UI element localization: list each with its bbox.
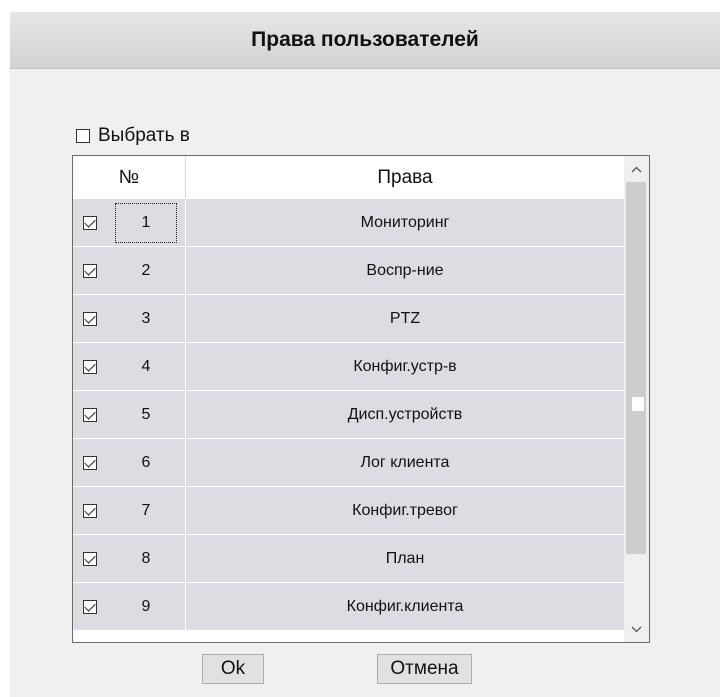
table-row[interactable]: 9 Конфиг.клиента [73,583,624,631]
row-number: 1 [114,202,178,243]
row-checkbox[interactable] [83,599,97,614]
row-right-name: Конфиг.тревог [352,501,458,519]
row-number: 4 [141,357,151,375]
row-number: 9 [141,597,151,615]
row-checkbox-cell [73,407,107,422]
table-row[interactable]: 2 Воспр-ние [73,247,624,295]
table-row[interactable]: 5 Дисп.устройств [73,391,624,439]
table-header: № Права [73,156,624,199]
row-right-name: PTZ [389,309,421,327]
row-right-name: Дисп.устройств [347,405,463,423]
row-right-name: Воспр-ние [366,261,444,279]
select-all-checkbox[interactable]: Выбрать в [76,124,190,148]
row-checkbox-cell [73,503,107,518]
dialog-title: Права пользователей [10,12,720,69]
vertical-scrollbar[interactable] [624,156,649,642]
row-checkbox-cell [73,599,107,614]
row-checkbox-cell [73,263,107,278]
row-checkbox[interactable] [83,407,97,422]
table-row[interactable]: 3 PTZ [73,295,624,343]
row-checkbox[interactable] [83,263,97,278]
table-body: 1 Мониторинг 2 Воспр-ние 3 PTZ 4 Конфиг.устр-в 5… [73,199,624,631]
row-number: 5 [141,405,151,423]
row-number-cell: 1 [107,199,186,246]
row-number: 7 [141,501,151,519]
row-right-name: План [385,549,425,567]
row-number-cell: 2 [107,247,186,294]
chevron-up-icon[interactable] [624,156,649,182]
select-all-checkbox-icon[interactable] [76,129,90,143]
select-all-label: Выбрать в [98,125,190,146]
row-checkbox-cell [73,359,107,374]
row-checkbox[interactable] [83,551,97,566]
scroll-thumb-grip [632,397,644,411]
table-row[interactable]: 7 Конфиг.тревог [73,487,624,535]
row-number: 2 [141,261,151,279]
row-right-name: Конфиг.устр-в [353,357,457,375]
rights-table: № Права 1 Мониторинг 2 Воспр-ние 3 PTZ 4 Конфиг… [72,155,650,643]
table-row[interactable]: 4 Конфиг.устр-в [73,343,624,391]
row-right-name: Конфиг.клиента [346,597,464,615]
row-checkbox-cell [73,311,107,326]
row-number-cell: 7 [107,487,186,534]
row-checkbox-cell [73,455,107,470]
row-checkbox[interactable] [83,359,97,374]
row-checkbox-cell [73,551,107,566]
row-right-name: Лог клиента [360,453,450,471]
row-number-cell: 5 [107,391,186,438]
row-number-cell: 8 [107,535,186,582]
cancel-button[interactable]: Отмена [377,654,472,684]
row-number-cell: 4 [107,343,186,390]
row-number-cell: 6 [107,439,186,486]
column-header-rights[interactable]: Права [186,156,624,199]
row-number: 3 [141,309,151,327]
row-number: 6 [141,453,151,471]
row-number-cell: 3 [107,295,186,342]
chevron-down-icon[interactable] [624,616,649,642]
user-rights-dialog: Права пользователей Выбрать в № Права 1 М… [10,12,720,697]
row-number-cell: 9 [107,583,186,630]
row-checkbox[interactable] [83,503,97,518]
column-header-num[interactable]: № [73,156,186,199]
row-right-name: Мониторинг [360,213,450,231]
row-checkbox[interactable] [83,311,97,326]
row-checkbox[interactable] [83,455,97,470]
row-checkbox[interactable] [83,215,97,230]
table-row[interactable]: 1 Мониторинг [73,199,624,247]
table-row[interactable]: 6 Лог клиента [73,439,624,487]
ok-button[interactable]: Ok [202,654,264,684]
row-checkbox-cell [73,215,107,230]
row-number: 8 [141,549,151,567]
scroll-thumb[interactable] [626,182,646,554]
table-row[interactable]: 8 План [73,535,624,583]
